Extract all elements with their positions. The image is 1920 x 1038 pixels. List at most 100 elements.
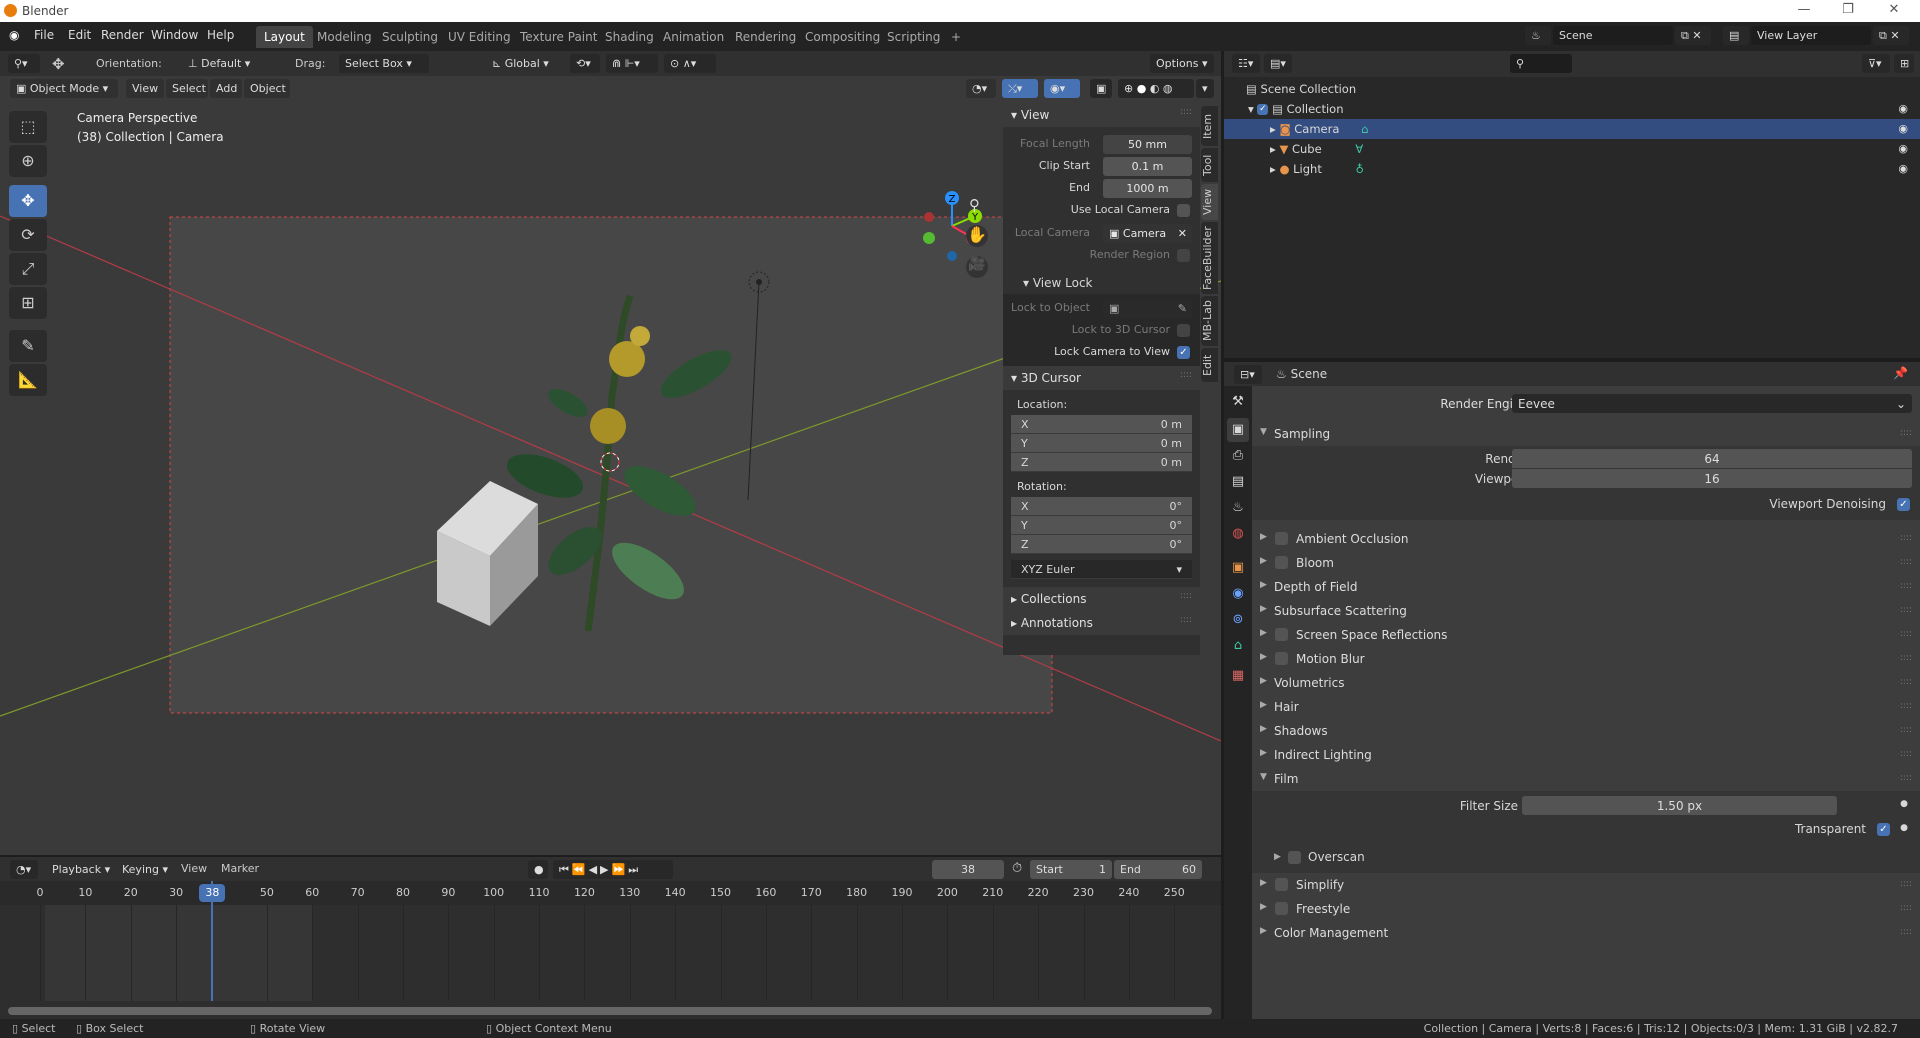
sidebar-tab-facebuilder[interactable]: FaceBuilder <box>1201 222 1218 294</box>
mesh-data-icon[interactable]: ∀ <box>1355 142 1363 156</box>
view-panel-header[interactable]: ▾ View:::: <box>1003 103 1200 127</box>
panel-header-freestyle[interactable]: ▶ Freestyle:::: <box>1252 897 1920 921</box>
menu-view[interactable]: View <box>181 862 207 875</box>
overscan-expand-icon[interactable]: ▶ <box>1274 852 1281 862</box>
light-data-icon[interactable]: ♁ <box>1356 162 1364 176</box>
panel-enable-checkbox[interactable] <box>1275 628 1288 641</box>
drag-handle-icon[interactable]: :::: <box>1900 653 1912 663</box>
tab-layout[interactable]: Layout <box>256 26 313 48</box>
tab-animation[interactable]: Animation <box>655 26 732 48</box>
panel-enable-checkbox[interactable] <box>1275 556 1288 569</box>
sidebar-tab-tool[interactable]: Tool <box>1201 148 1218 182</box>
gizmo-toggle-icon[interactable]: ⤯▾ <box>1002 79 1038 98</box>
visibility-eye-icon[interactable]: ◉ <box>1898 122 1908 135</box>
panel-header-shadows[interactable]: ▶ Shadows:::: <box>1252 719 1920 743</box>
playhead-frame-label[interactable]: 38 <box>199 884 226 902</box>
expand-icon[interactable]: ▶ <box>1260 532 1267 542</box>
outliner-search-input[interactable]: ⚲ <box>1510 54 1572 73</box>
view-layer-browse-icon[interactable]: ▤ <box>1723 26 1749 45</box>
playback-controls[interactable]: ⏮⏪◀▶⏩⏭ <box>553 860 673 879</box>
cursor-location-y[interactable]: Y 0 m <box>1011 434 1192 453</box>
pan-view-icon[interactable]: ✋ <box>966 225 988 247</box>
panel-header-ambient-occlusion[interactable]: ▶ Ambient Occlusion:::: <box>1252 527 1920 551</box>
tab-uv-editing[interactable]: UV Editing <box>440 26 519 48</box>
minimize-button[interactable]: — <box>1784 2 1824 17</box>
snap-icon[interactable]: ⋒ ⊩▾ <box>606 54 658 73</box>
proportional-editing-icon[interactable]: ⊙ ∧▾ <box>664 54 716 73</box>
sampling-panel-header[interactable]: ▼ Sampling:::: <box>1252 422 1920 446</box>
eyedropper-icon[interactable]: ✎ <box>1178 302 1187 315</box>
visibility-eye-icon[interactable]: ◉ <box>1898 162 1908 175</box>
panel-enable-checkbox[interactable] <box>1275 652 1288 665</box>
expand-icon[interactable]: ▶ <box>1260 676 1267 686</box>
panel-header-volumetrics[interactable]: ▶ Volumetrics:::: <box>1252 671 1920 695</box>
panel-header-hair[interactable]: ▶ Hair:::: <box>1252 695 1920 719</box>
expand-icon[interactable]: ▶ <box>1260 724 1267 734</box>
panel-enable-checkbox[interactable] <box>1275 878 1288 891</box>
view-layer-tab-icon[interactable]: ▤ <box>1227 470 1249 494</box>
outliner-item-cube[interactable]: ▸ ▼ Cube ∀ ◉ <box>1224 139 1920 159</box>
expand-icon[interactable]: ▶ <box>1260 652 1267 662</box>
cursor-rotation-y[interactable]: Y 0° <box>1011 516 1192 535</box>
select-box-tool-icon[interactable]: ⬚ <box>9 111 47 143</box>
panel-header-bloom[interactable]: ▶ Bloom:::: <box>1252 551 1920 575</box>
tab-compositing[interactable]: Compositing <box>797 26 888 48</box>
visibility-eye-icon[interactable]: ◉ <box>1898 102 1908 115</box>
menu-edit[interactable]: Edit <box>68 28 91 42</box>
object-tab-icon[interactable]: ▣ <box>1227 556 1249 580</box>
collections-panel-header[interactable]: ▸ Collections:::: <box>1003 587 1200 611</box>
tab-modeling[interactable]: Modeling <box>309 26 380 48</box>
tab-sculpting[interactable]: Sculpting <box>374 26 446 48</box>
pin-icon[interactable]: 📌 <box>1893 366 1908 380</box>
new-view-layer-button[interactable]: ⧉ ✕ <box>1873 26 1909 45</box>
start-frame-field[interactable]: Start 1 <box>1030 860 1112 879</box>
menu-keying[interactable]: Keying ▾ <box>116 860 172 879</box>
cursor-location-z[interactable]: Z 0 m <box>1011 453 1192 472</box>
panel-header-color-management[interactable]: ▶ Color Management:::: <box>1252 921 1920 945</box>
keyframe-dot-icon[interactable]: ● <box>1900 799 1908 809</box>
object-data-tab-icon[interactable]: ⌂ <box>1227 634 1249 658</box>
blender-menu-icon[interactable]: ◉ <box>9 28 19 42</box>
cursor-rotation-z[interactable]: Z 0° <box>1011 535 1192 554</box>
output-tab-icon[interactable]: ⎙ <box>1227 444 1249 468</box>
sidebar-tab-view[interactable]: View <box>1201 184 1218 220</box>
outliner-item-camera[interactable]: ▸ ◙ Camera ⌂ ◉ <box>1224 119 1920 139</box>
sidebar-tab-edit[interactable]: Edit <box>1201 348 1218 382</box>
overlays-toggle-icon[interactable]: ◉▾ <box>1044 79 1080 98</box>
close-button[interactable]: ✕ <box>1874 2 1914 17</box>
viewport-denoising-checkbox[interactable]: ✓ <box>1897 498 1910 511</box>
tab-rendering[interactable]: Rendering <box>727 26 804 48</box>
transform-tool-icon[interactable]: ⊞ <box>9 287 47 319</box>
lock-to-object-field[interactable]: ▣ ✎ <box>1103 299 1192 318</box>
drag-dropdown[interactable]: Select Box ▾ <box>339 54 429 73</box>
tool-icon[interactable]: ⚲▾ <box>8 54 40 73</box>
stopwatch-icon[interactable]: ⏱ <box>1012 861 1022 876</box>
options-dropdown[interactable]: Options ▾ <box>1150 54 1214 73</box>
mode-dropdown[interactable]: ▣ Object Mode ▾ <box>10 79 118 98</box>
expand-icon[interactable]: ▶ <box>1260 700 1267 710</box>
camera-view-icon[interactable]: 🎥 <box>966 256 988 278</box>
constraints-tab-icon[interactable]: ⊚ <box>1227 608 1249 632</box>
render-region-checkbox[interactable] <box>1177 249 1190 262</box>
outliner-item-light[interactable]: ▸ ● Light ♁ ◉ <box>1224 159 1920 179</box>
menu-file[interactable]: File <box>34 28 54 42</box>
scale-tool-icon[interactable]: ⤢ <box>9 253 47 285</box>
drag-handle-icon[interactable]: :::: <box>1900 533 1912 543</box>
focal-length-field[interactable]: 50 mm <box>1103 135 1192 154</box>
menu-select[interactable]: Select <box>166 79 208 98</box>
sidebar-tab-mb-lab[interactable]: MB-Lab <box>1201 296 1218 346</box>
tab-texture-paint[interactable]: Texture Paint <box>512 26 605 48</box>
expand-icon[interactable]: ▶ <box>1260 628 1267 638</box>
end-frame-field[interactable]: End 60 <box>1114 860 1202 879</box>
drag-handle-icon[interactable]: :::: <box>1900 927 1912 937</box>
render-engine-dropdown[interactable]: Eevee ⌄ <box>1512 394 1912 413</box>
panel-header-simplify[interactable]: ▶ Simplify:::: <box>1252 873 1920 897</box>
view-object-types-icon[interactable]: ◔▾ <box>966 79 996 98</box>
lock-camera-to-view-checkbox[interactable]: ✓ <box>1177 346 1190 359</box>
shading-modes[interactable]: ⊕ ● ◐ ◍ <box>1118 79 1194 98</box>
display-mode-icon[interactable]: ▤▾ <box>1264 54 1292 73</box>
texture-tab-icon[interactable]: ▦ <box>1227 664 1249 688</box>
drag-handle-icon[interactable]: :::: <box>1900 605 1912 615</box>
panel-header-screen-space-reflections[interactable]: ▶ Screen Space Reflections:::: <box>1252 623 1920 647</box>
scene-browse-icon[interactable]: ♨ <box>1525 26 1551 45</box>
